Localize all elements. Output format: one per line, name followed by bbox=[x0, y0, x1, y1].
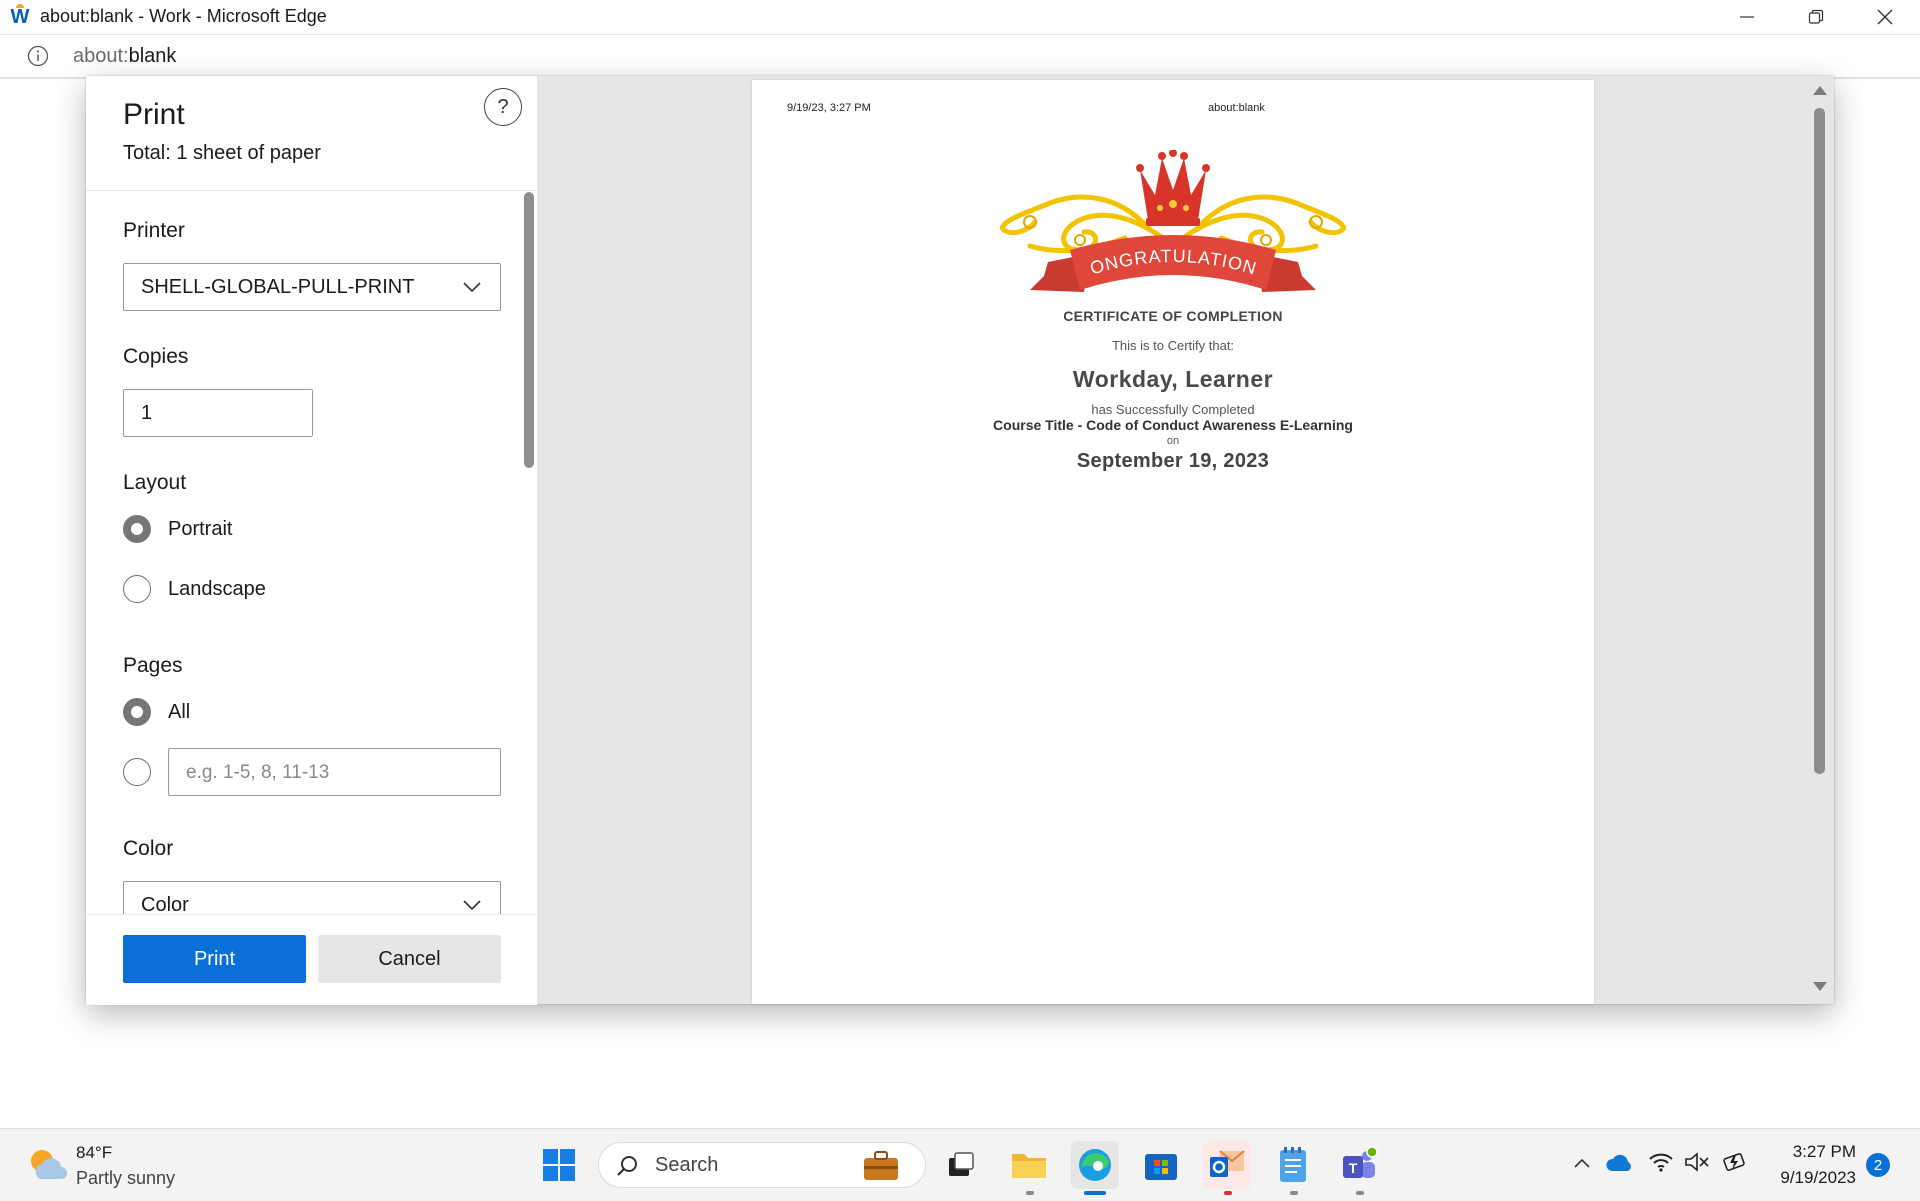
learner-name: Workday, Learner bbox=[1072, 366, 1274, 392]
onedrive-icon[interactable] bbox=[1606, 1153, 1634, 1173]
chevron-down-icon bbox=[463, 900, 481, 911]
battery-charging-icon[interactable] bbox=[1720, 1151, 1748, 1173]
page-header-datetime: 9/19/23, 3:27 PM bbox=[787, 102, 871, 114]
url-scheme: about: bbox=[73, 45, 129, 67]
clock-date[interactable]: 9/19/2023 bbox=[1768, 1168, 1856, 1188]
chevron-up-icon[interactable] bbox=[1573, 1157, 1591, 1169]
layout-label: Layout bbox=[123, 471, 187, 494]
page-range-input[interactable]: e.g. 1-5, 8, 11-13 bbox=[168, 748, 501, 796]
congratulations-emblem: CONGRATULATIONS bbox=[1000, 150, 1346, 292]
landscape-label: Landscape bbox=[168, 578, 266, 600]
chevron-down-icon bbox=[463, 282, 481, 293]
scroll-down-icon[interactable] bbox=[1813, 982, 1827, 991]
info-icon[interactable] bbox=[27, 45, 49, 67]
completion-date: September 19, 2023 bbox=[1076, 450, 1270, 472]
completed-line: has Successfully Completed bbox=[1091, 402, 1255, 417]
on-line: on bbox=[1166, 435, 1180, 447]
minimize-button[interactable] bbox=[1713, 0, 1781, 34]
file-explorer-button[interactable] bbox=[1005, 1141, 1053, 1189]
teams-button[interactable]: T bbox=[1335, 1141, 1383, 1189]
dialog-title: Print bbox=[123, 98, 185, 131]
task-view-button[interactable] bbox=[937, 1141, 985, 1189]
close-icon bbox=[1877, 9, 1893, 25]
copies-input[interactable]: 1 bbox=[123, 389, 313, 437]
restore-button[interactable] bbox=[1782, 0, 1850, 34]
edge-button[interactable] bbox=[1071, 1141, 1119, 1189]
copies-label: Copies bbox=[123, 345, 189, 368]
settings-scrollbar[interactable] bbox=[524, 192, 534, 468]
weather-condition[interactable]: Partly sunny bbox=[76, 1168, 175, 1189]
outlook-button[interactable] bbox=[1203, 1141, 1251, 1189]
store-button[interactable] bbox=[1137, 1141, 1185, 1189]
briefcase-icon bbox=[864, 1151, 898, 1180]
workday-app-icon: W bbox=[10, 4, 30, 28]
edge-icon bbox=[1079, 1149, 1111, 1181]
pages-custom-radio[interactable] bbox=[123, 758, 151, 786]
help-button[interactable]: ? bbox=[484, 88, 522, 126]
svg-text:T: T bbox=[1349, 1160, 1358, 1176]
clock-time[interactable]: 3:27 PM bbox=[1768, 1142, 1856, 1162]
print-settings-panel: Print Total: 1 sheet of paper ? Printer … bbox=[86, 76, 537, 1005]
taskbar: 84°F Partly sunny Search T 3:27 PM 9/19/… bbox=[0, 1128, 1920, 1201]
portrait-label: Portrait bbox=[168, 518, 233, 540]
cancel-button[interactable]: Cancel bbox=[318, 935, 501, 983]
color-label: Color bbox=[123, 837, 174, 860]
printer-select[interactable]: SHELL-GLOBAL-PULL-PRINT bbox=[123, 263, 501, 311]
sheet-count: Total: 1 sheet of paper bbox=[123, 142, 321, 164]
color-value: Color bbox=[141, 894, 189, 914]
weather-temperature[interactable]: 84°F bbox=[76, 1143, 112, 1163]
store-icon bbox=[1145, 1154, 1177, 1180]
page-header-url: about:blank bbox=[1208, 102, 1265, 114]
wifi-icon[interactable] bbox=[1648, 1151, 1674, 1173]
page-range-placeholder: e.g. 1-5, 8, 11-13 bbox=[186, 762, 330, 783]
certificate-title: CERTIFICATE OF COMPLETION bbox=[1063, 308, 1283, 324]
printer-value: SHELL-GLOBAL-PULL-PRINT bbox=[141, 276, 415, 298]
url-host: blank bbox=[128, 45, 177, 67]
restore-icon bbox=[1808, 9, 1824, 24]
title-bar: W about:blank - Work - Microsoft Edge bbox=[0, 0, 1920, 35]
print-dialog: Print Total: 1 sheet of paper ? Printer … bbox=[86, 76, 1834, 1005]
notepad-icon bbox=[1280, 1147, 1306, 1182]
color-select[interactable]: Color bbox=[123, 881, 501, 914]
search-label: Search bbox=[655, 1154, 719, 1176]
minimize-icon bbox=[1740, 16, 1754, 18]
pages-all-radio[interactable] bbox=[123, 698, 151, 726]
taskbar-search[interactable]: Search bbox=[598, 1142, 926, 1188]
search-icon bbox=[617, 1156, 637, 1176]
printer-label: Printer bbox=[123, 219, 185, 242]
print-dialog-header: Print Total: 1 sheet of paper ? bbox=[86, 76, 537, 191]
url-field[interactable]: about:blank bbox=[73, 45, 176, 68]
task-view-icon bbox=[949, 1152, 974, 1176]
pages-all-label: All bbox=[168, 701, 191, 723]
notification-badge[interactable]: 2 bbox=[1866, 1153, 1890, 1177]
scroll-up-icon[interactable] bbox=[1813, 86, 1827, 95]
pages-label: Pages bbox=[123, 654, 183, 677]
volume-muted-icon[interactable] bbox=[1684, 1151, 1710, 1173]
teams-icon: T bbox=[1343, 1146, 1378, 1178]
folder-icon bbox=[1012, 1154, 1046, 1178]
preview-scroll-thumb[interactable] bbox=[1814, 108, 1825, 774]
dialog-footer: Print Cancel bbox=[86, 914, 537, 1005]
print-preview-page: 9/19/23, 3:27 PM about:blank ONGRATULATI… bbox=[752, 80, 1594, 1004]
certify-line: This is to Certify that: bbox=[1111, 338, 1235, 353]
course-title: Course Title - Code of Conduct Awareness… bbox=[993, 417, 1353, 433]
window-title: about:blank - Work - Microsoft Edge bbox=[40, 6, 327, 26]
windows-icon bbox=[543, 1149, 575, 1181]
start-button[interactable] bbox=[535, 1141, 583, 1189]
outlook-icon bbox=[1210, 1150, 1245, 1177]
landscape-radio[interactable] bbox=[123, 575, 151, 603]
partly-sunny-icon[interactable] bbox=[26, 1145, 68, 1185]
portrait-radio[interactable] bbox=[123, 515, 151, 543]
close-button[interactable] bbox=[1851, 0, 1919, 34]
address-bar: about:blank bbox=[0, 35, 1920, 79]
print-button[interactable]: Print bbox=[123, 935, 306, 983]
question-icon: ? bbox=[497, 95, 509, 118]
copies-value: 1 bbox=[141, 402, 153, 424]
notepad-button[interactable] bbox=[1269, 1141, 1317, 1189]
